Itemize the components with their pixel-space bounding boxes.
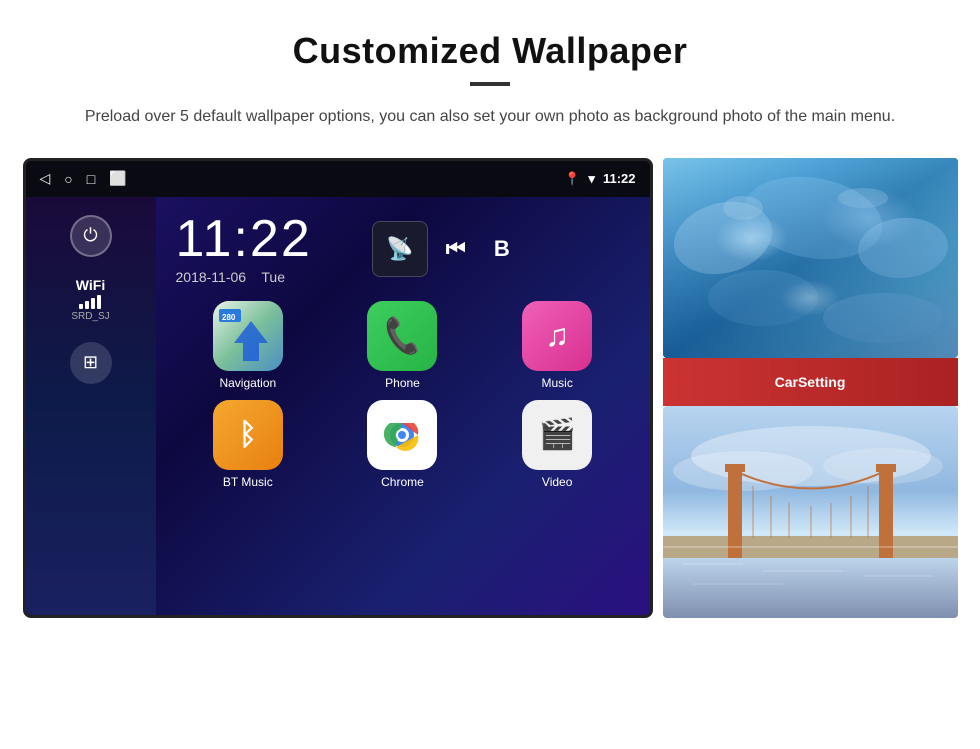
bridge-svg [663,406,958,618]
app-item-phone[interactable]: 📞 Phone [330,301,475,390]
home-icon[interactable]: ○ [64,171,72,187]
radio-icon: 📡 [386,236,413,262]
wallpaper-ice [663,158,958,358]
music-note-icon: ♫ [545,317,569,354]
ice-wallpaper-bg [663,158,958,358]
app-item-navigation[interactable]: 280 Navigation [176,301,321,390]
svg-text:280: 280 [222,313,236,322]
phone-body: ⏻ WiFi SRD_SJ ⊞ [26,197,650,615]
navigation-label: Navigation [219,376,276,390]
signal-bar-2 [85,301,89,309]
music-icon: ♫ [522,301,592,371]
carsetting-label: CarSetting [775,374,846,390]
date-value: 2018-11-06 [176,269,247,285]
back-icon[interactable]: ◁ [40,170,51,187]
app-item-video[interactable]: 🎬 Video [485,400,630,489]
wifi-info: WiFi SRD_SJ [71,277,109,322]
top-apps-row: 📡 ⏮ B [372,221,520,277]
page-container: Customized Wallpaper Preload over 5 defa… [0,0,980,638]
sidebar: ⏻ WiFi SRD_SJ ⊞ [26,197,156,615]
phone-frame: ◁ ○ □ ⬜ 📍 ▾ 11:22 ⏻ [23,158,653,618]
chrome-svg [381,414,423,456]
phone-icon: 📞 [367,301,437,371]
clock-block: 11:22 2018-11-06 Tue [176,213,312,285]
ice-texture [663,158,958,358]
signal-bar-1 [79,304,83,309]
wifi-label: WiFi [76,277,105,293]
clock-date-row: 11:22 2018-11-06 Tue 📡 [176,213,630,285]
wallpaper-bridge [663,406,958,618]
page-subtitle: Preload over 5 default wallpaper options… [85,104,895,130]
k-app-icon[interactable]: ⏮ [438,231,474,267]
phone-handset-icon: 📞 [380,313,426,357]
video-label: Video [542,475,572,489]
app-grid: 280 Navigation 📞 Phone [176,301,630,489]
screenshot-icon[interactable]: ⬜ [109,170,126,187]
content-row: ◁ ○ □ ⬜ 📍 ▾ 11:22 ⏻ [40,158,940,618]
recents-icon[interactable]: □ [87,171,95,187]
navigation-icon: 280 [213,301,283,371]
grid-button[interactable]: ⊞ [70,342,112,384]
chrome-label: Chrome [381,475,424,489]
wifi-ssid: SRD_SJ [71,311,109,322]
k-icon: ⏮ [446,236,466,262]
bluetooth-icon: ᛒ [239,418,257,452]
power-icon: ⏻ [83,225,97,246]
status-time: 11:22 [603,171,636,186]
day-value: Tue [261,269,285,285]
page-title: Customized Wallpaper [293,30,688,72]
clock-display: 11:22 [176,213,312,265]
bt-music-label: BT Music [223,475,273,489]
status-right: 📍 ▾ 11:22 [564,171,635,187]
video-clap-icon: 🎬 [538,417,575,452]
music-label: Music [541,376,572,390]
radio-app-icon[interactable]: 📡 [372,221,428,277]
wifi-icon: ▾ [588,171,595,187]
grid-icon: ⊞ [83,352,98,373]
signal-bar-4 [97,295,101,309]
wallpaper-stack: CarSetting [653,158,958,618]
video-icon: 🎬 [522,400,592,470]
app-item-chrome[interactable]: Chrome [330,400,475,489]
b-app-icon[interactable]: B [484,231,520,267]
signal-bar-3 [91,298,95,309]
carsetting-strip: CarSetting [663,358,958,406]
phone-label: Phone [385,376,420,390]
title-divider [470,82,510,86]
power-button[interactable]: ⏻ [70,215,112,257]
app-item-music[interactable]: ♫ Music [485,301,630,390]
location-icon: 📍 [564,171,580,187]
main-content: 11:22 2018-11-06 Tue 📡 [156,197,650,615]
date-display: 2018-11-06 Tue [176,269,312,285]
chrome-icon [367,400,437,470]
status-bar: ◁ ○ □ ⬜ 📍 ▾ 11:22 [26,161,650,197]
wifi-bars [79,295,101,309]
status-left: ◁ ○ □ ⬜ [40,170,127,187]
b-icon: B [494,236,510,262]
bt-music-icon: ᛒ [213,400,283,470]
app-item-bt-music[interactable]: ᛒ BT Music [176,400,321,489]
